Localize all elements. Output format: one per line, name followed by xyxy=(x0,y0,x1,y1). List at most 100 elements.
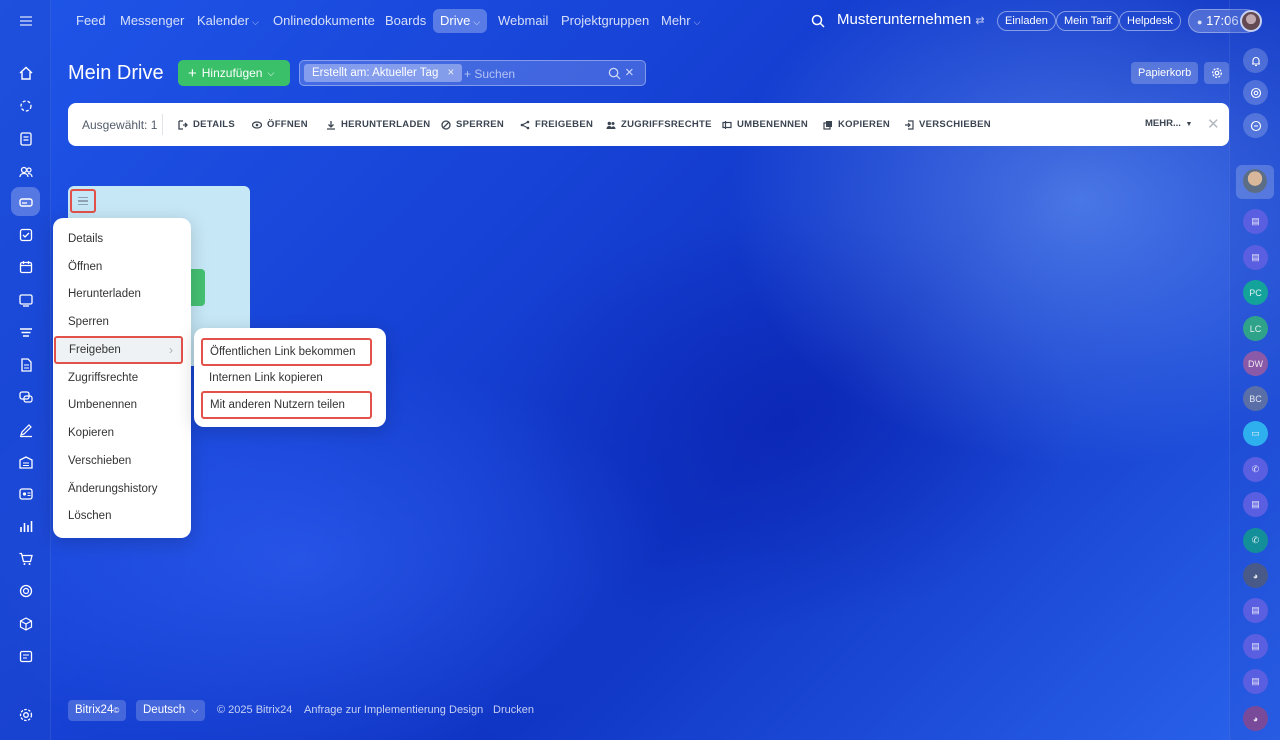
menu-item-delete[interactable]: Löschen xyxy=(53,502,191,530)
download-action[interactable]: HERUNTERLADEN xyxy=(326,117,430,132)
rename-action[interactable]: UMBENENNEN xyxy=(722,117,808,132)
search-icon[interactable] xyxy=(811,14,825,28)
language-select[interactable]: Deutsch ⌵ xyxy=(136,700,206,721)
share-action[interactable]: FREIGEBEN xyxy=(520,117,593,132)
menu-item-rename[interactable]: Umbenennen xyxy=(53,391,191,419)
sites-icon[interactable] xyxy=(11,285,40,314)
close-icon[interactable]: ✕ xyxy=(1207,115,1220,133)
bitrix24-button[interactable]: Bitrix24© xyxy=(68,700,127,721)
chat-icon[interactable] xyxy=(11,382,40,411)
open-action[interactable]: ÖFFNEN xyxy=(252,117,308,132)
workgroups-icon[interactable] xyxy=(11,641,40,670)
avatar xyxy=(1243,169,1267,193)
settings-icon[interactable] xyxy=(11,700,40,729)
chat-icon[interactable]: ▤ xyxy=(1243,669,1268,694)
details-action[interactable]: DETAILS xyxy=(178,117,235,132)
avatar[interactable]: BC xyxy=(1243,386,1268,411)
inventory-icon[interactable] xyxy=(11,447,40,476)
avatar[interactable]: DW xyxy=(1243,351,1268,376)
chat-icon[interactable]: ▭ xyxy=(1243,421,1268,446)
switch-icon: ⇄ xyxy=(975,15,985,27)
copy-icon xyxy=(823,120,832,130)
nav-more[interactable]: Mehr ⌵ xyxy=(654,9,707,33)
nav-webmail[interactable]: Webmail xyxy=(491,9,555,33)
chat-icon[interactable]: ▤ xyxy=(1243,598,1268,623)
calendar-icon[interactable] xyxy=(11,252,40,281)
crm-icon[interactable] xyxy=(11,318,40,347)
nav-workgroups[interactable]: Projektgruppen xyxy=(554,9,656,33)
pulse-icon[interactable] xyxy=(11,91,40,120)
phone-icon[interactable]: ✆ xyxy=(1243,457,1268,482)
menu-item-access-rights[interactable]: Zugriffsrechte xyxy=(53,364,191,392)
gear-icon[interactable] xyxy=(1204,62,1229,84)
menu-item-open[interactable]: Öffnen xyxy=(53,253,191,281)
copy-action[interactable]: KOPIEREN xyxy=(823,117,890,132)
footer-link-implementation[interactable]: Anfrage zur Implementierung xyxy=(304,704,446,716)
chat-icon[interactable]: ▤ xyxy=(1243,209,1268,234)
menu-item-copy[interactable]: Kopieren xyxy=(53,419,191,447)
avatar[interactable]: PC xyxy=(1243,280,1268,305)
caret-down-icon: ▼ xyxy=(1185,121,1193,128)
avatar[interactable]: LC xyxy=(1243,316,1268,341)
trash-button[interactable]: Papierkorb xyxy=(1131,62,1199,84)
user-avatar-selected[interactable] xyxy=(1236,165,1274,199)
chat-icon[interactable]: ▤ xyxy=(1243,492,1268,517)
selected-count: Ausgewählt: 1 xyxy=(82,118,158,132)
analytics-icon[interactable] xyxy=(11,511,40,540)
drive-icon[interactable] xyxy=(11,187,40,216)
tasks-icon[interactable] xyxy=(11,220,40,249)
contact-center-icon[interactable] xyxy=(11,479,40,508)
chat-icon[interactable]: ▤ xyxy=(1243,634,1268,659)
bell-icon[interactable] xyxy=(1243,48,1268,73)
filter-chip[interactable]: Erstellt am: Aktueller Tag × xyxy=(304,64,463,82)
menu-item-move[interactable]: Verschieben xyxy=(53,447,191,475)
add-button[interactable]: + Hinzufügen ⌵ xyxy=(178,60,290,86)
chat-icon[interactable]: ▤ xyxy=(1243,245,1268,270)
clear-icon[interactable]: × xyxy=(625,64,634,81)
company-name[interactable]: Musterunternehmen ⇄ xyxy=(837,11,985,28)
my-plan-button[interactable]: Mein Tarif xyxy=(1056,11,1120,31)
menu-item-download[interactable]: Herunterladen xyxy=(53,280,191,308)
menu-icon[interactable] xyxy=(11,6,40,35)
feed-icon[interactable] xyxy=(11,124,40,153)
submenu-copy-internal-link[interactable]: Internen Link kopieren xyxy=(194,364,386,392)
clock-icon: ● xyxy=(1197,17,1203,27)
menu-item-details[interactable]: Details xyxy=(53,225,191,253)
home-icon[interactable] xyxy=(11,58,40,87)
search-input[interactable]: Erstellt am: Aktueller Tag × + Suchen × xyxy=(299,60,646,86)
more-dropdown[interactable]: MEHR... ▼ xyxy=(1145,118,1192,129)
automation-icon[interactable] xyxy=(11,609,40,638)
documents-icon[interactable] xyxy=(11,350,40,379)
access-rights-action[interactable]: ZUGRIFFSRECHTE xyxy=(606,117,712,132)
page-title: Mein Drive xyxy=(68,62,164,84)
invite-button[interactable]: Einladen xyxy=(997,11,1056,31)
messenger-search-icon[interactable] xyxy=(1243,113,1268,138)
footer-link-print[interactable]: Drucken xyxy=(493,704,534,716)
submenu-public-link[interactable]: Öffentlichen Link bekommen xyxy=(201,338,372,366)
nav-calendar[interactable]: Kalender ⌵ xyxy=(190,9,266,33)
file-menu-button[interactable] xyxy=(70,189,96,213)
copilot-icon[interactable] xyxy=(1243,80,1268,105)
nav-online-documents[interactable]: Onlinedokumente xyxy=(266,9,382,33)
search-icon[interactable] xyxy=(608,67,621,80)
nav-feed[interactable]: Feed xyxy=(69,9,113,33)
helpdesk-button[interactable]: Helpdesk xyxy=(1119,11,1181,31)
contacts-icon[interactable] xyxy=(11,157,40,186)
footer-link-design[interactable]: Design xyxy=(449,704,483,716)
submenu-share-with-users[interactable]: Mit anderen Nutzern teilen xyxy=(201,391,372,419)
shop-icon[interactable] xyxy=(11,544,40,573)
avatar[interactable]: ◕ xyxy=(1243,706,1268,731)
nav-drive[interactable]: Drive ⌵ xyxy=(433,9,488,33)
menu-item-share[interactable]: Freigeben › xyxy=(54,336,183,364)
menu-item-lock[interactable]: Sperren xyxy=(53,308,191,336)
marketing-icon[interactable] xyxy=(11,576,40,605)
nav-boards[interactable]: Boards xyxy=(378,9,433,33)
close-icon[interactable]: × xyxy=(448,67,455,79)
menu-item-history[interactable]: Änderungshistory xyxy=(53,475,191,503)
avatar[interactable]: ◕ xyxy=(1243,563,1268,588)
phone-icon[interactable]: ✆ xyxy=(1243,528,1268,553)
move-action[interactable]: VERSCHIEBEN xyxy=(904,117,991,132)
sign-icon[interactable] xyxy=(11,415,40,444)
nav-messenger[interactable]: Messenger xyxy=(113,9,191,33)
lock-action[interactable]: SPERREN xyxy=(441,117,504,132)
